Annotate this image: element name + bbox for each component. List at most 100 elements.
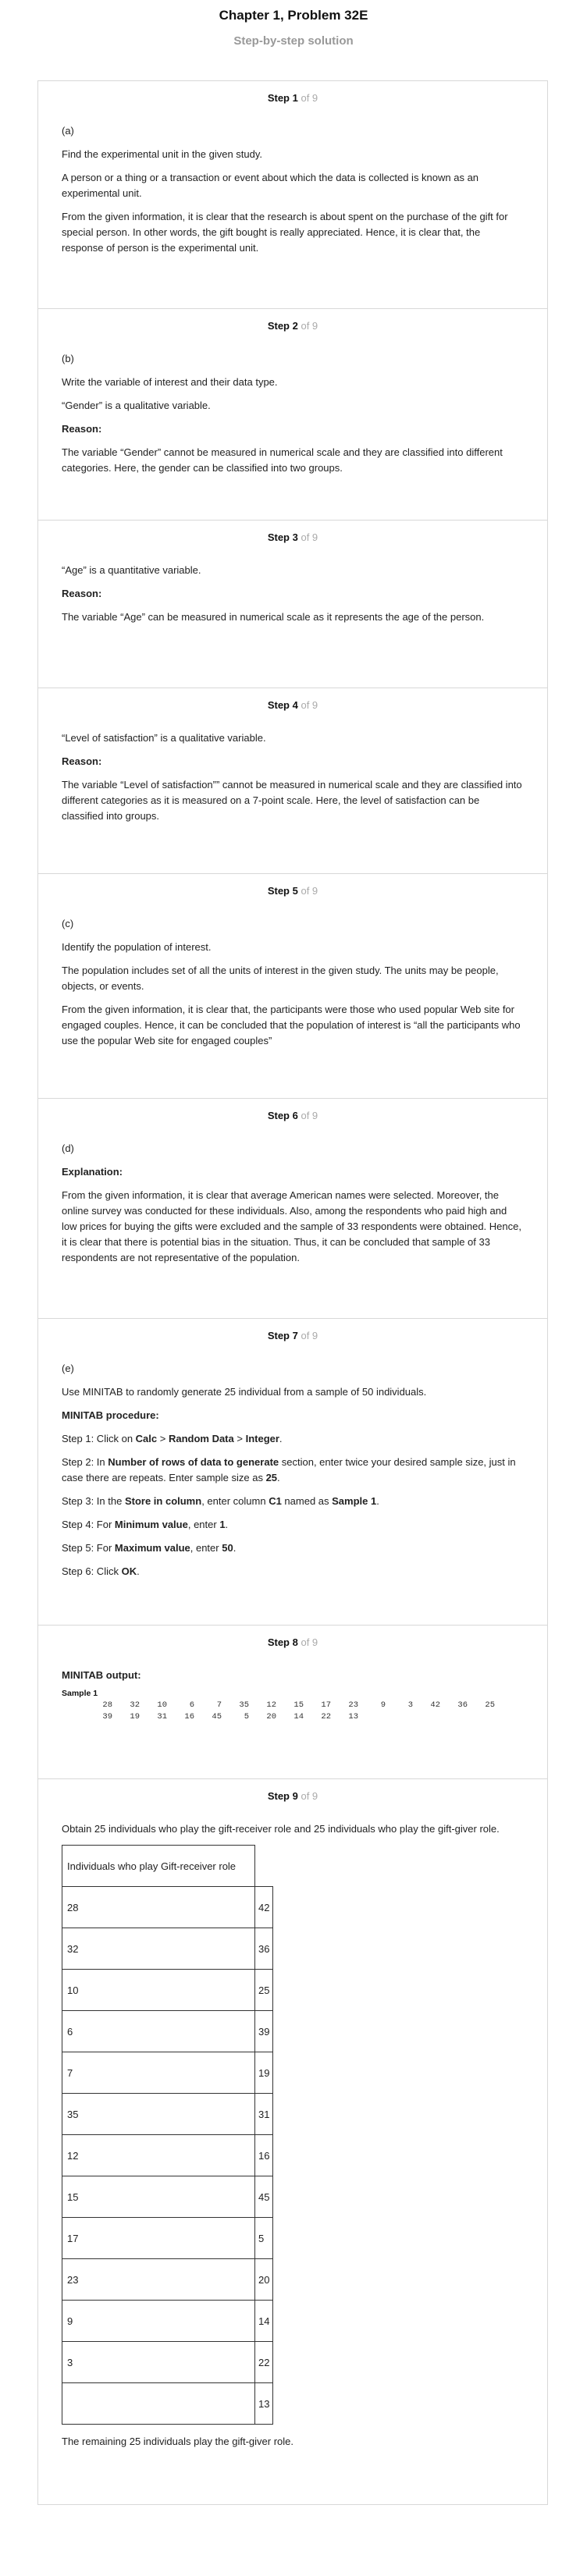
step-text: The variable “Gender” cannot be measured… (62, 446, 503, 474)
step-total: of 9 (301, 92, 318, 104)
table-row: 32 36 (62, 1928, 274, 1970)
step-4: Step 4 of 9 “Level of satisfaction” is a… (38, 688, 547, 874)
second-column-cell: 22 (254, 2341, 274, 2383)
step-total: of 9 (301, 699, 318, 711)
receiver-cell: 7 (62, 2052, 255, 2094)
sample-row-1: 28 32 10 6 7 35 12 15 17 23 9 3 42 36 25 (62, 1700, 524, 1711)
sample-row-2: 39 19 31 16 45 5 20 14 22 13 (62, 1711, 524, 1723)
procedure-step-2: Step 2: In Number of rows of data to gen… (62, 1456, 516, 1483)
sample-value: 3 (407, 1700, 413, 1710)
sample-value: 32 (130, 1700, 140, 1710)
step-text: Write the variable of interest and their… (62, 376, 278, 388)
receiver-cell: 23 (62, 2258, 255, 2301)
second-column-cell: 5 (254, 2217, 274, 2259)
second-column-cell: 16 (254, 2134, 274, 2176)
sample-value: 39 (102, 1712, 112, 1721)
step-text: “Level of satisfaction” is a qualitative… (62, 732, 266, 744)
table-header-cell: Individuals who play Gift-receiver role (62, 1845, 255, 1887)
table-row: 12 16 (62, 2134, 274, 2176)
step-text: From the given information, it is clear … (62, 1004, 521, 1046)
step-heading: Step 3 of 9 (62, 531, 524, 544)
procedure-step-5: Step 5: For Maximum value, enter 50. (62, 1542, 237, 1554)
second-column-cell: 31 (254, 2093, 274, 2135)
sample-value: 16 (184, 1712, 194, 1721)
table-row: 6 39 (62, 2010, 274, 2052)
step-number: Step 7 (267, 1330, 298, 1341)
step-5: Step 5 of 9 (c) Identify the population … (38, 874, 547, 1099)
step-text: The variable “Level of satisfaction”” ca… (62, 779, 522, 822)
step-total: of 9 (301, 531, 318, 543)
step-number: Step 4 (267, 699, 298, 711)
reason-label: Reason: (62, 423, 102, 435)
procedure-step-3: Step 3: In the Store in column, enter co… (62, 1495, 379, 1507)
second-column-cell: 25 (254, 1969, 274, 2011)
sample-value: 12 (266, 1700, 276, 1710)
step-number: Step 8 (267, 1636, 298, 1648)
receiver-cell: 35 (62, 2093, 255, 2135)
procedure-label: MINITAB procedure: (62, 1409, 159, 1421)
part-label: (b) (62, 353, 74, 364)
table-row: 13 (62, 2382, 274, 2425)
table-row: 28 42 (62, 1886, 274, 1928)
page-subtitle: Step-by-step solution (233, 34, 354, 48)
second-column-cell: 19 (254, 2052, 274, 2094)
step-total: of 9 (301, 1330, 318, 1341)
step-1: Step 1 of 9 (a) Find the experimental un… (38, 81, 547, 309)
step-total: of 9 (301, 1790, 318, 1802)
sample-value: 35 (239, 1700, 249, 1710)
sample-value: 6 (189, 1700, 194, 1710)
step-text: From the given information, it is clear … (62, 211, 508, 254)
step-text: “Gender” is a qualitative variable. (62, 400, 211, 411)
step-text: Obtain 25 individuals who play the gift-… (62, 1823, 500, 1835)
table-row: 17 5 (62, 2217, 274, 2259)
sample-value: 42 (430, 1700, 440, 1710)
sample-value: 20 (266, 1712, 276, 1721)
step-heading: Step 5 of 9 (62, 885, 524, 897)
sample-value: 7 (216, 1700, 222, 1710)
part-label: (a) (62, 125, 74, 137)
step-text: The population includes set of all the u… (62, 965, 499, 992)
step-heading: Step 1 of 9 (62, 92, 524, 105)
sample-label: Sample 1 (62, 1689, 98, 1698)
second-column-cell: 42 (254, 1886, 274, 1928)
step-text: “Age” is a quantitative variable. (62, 564, 201, 576)
step-7: Step 7 of 9 (e) Use MINITAB to randomly … (38, 1319, 547, 1626)
sample-value: 10 (157, 1700, 167, 1710)
procedure-step-4: Step 4: For Minimum value, enter 1. (62, 1519, 229, 1530)
reason-label: Reason: (62, 588, 102, 599)
second-column-cell: 39 (254, 2010, 274, 2052)
sample-value: 5 (244, 1712, 249, 1721)
table-header-row: Individuals who play Gift-receiver role (62, 1845, 273, 1887)
receiver-cell: 28 (62, 1886, 255, 1928)
receiver-cell: 6 (62, 2010, 255, 2052)
sample-value: 15 (294, 1700, 304, 1710)
step-8: Step 8 of 9 MINITAB output: Sample 1 28 3… (38, 1626, 547, 1779)
step-text: Use MINITAB to randomly generate 25 indi… (62, 1386, 427, 1398)
step-text: Identify the population of interest. (62, 941, 212, 953)
table-row: 35 31 (62, 2093, 274, 2135)
part-label: (c) (62, 918, 74, 929)
table-row: 10 25 (62, 1969, 274, 2011)
table-row: 23 20 (62, 2258, 274, 2301)
receiver-cell: 12 (62, 2134, 255, 2176)
step-number: Step 3 (267, 531, 298, 543)
receiver-cell: 17 (62, 2217, 255, 2259)
explanation-label: Explanation: (62, 1166, 123, 1178)
step-total: of 9 (301, 885, 318, 897)
step-number: Step 6 (267, 1110, 298, 1121)
step-number: Step 1 (267, 92, 298, 104)
step-heading: Step 8 of 9 (62, 1636, 524, 1649)
step-6: Step 6 of 9 (d) Explanation: From the gi… (38, 1099, 547, 1319)
step-number: Step 2 (267, 320, 298, 332)
sample-value: 22 (321, 1712, 331, 1721)
table-row: 9 14 (62, 2300, 274, 2342)
step-number: Step 9 (267, 1790, 298, 1802)
sample-value: 9 (380, 1700, 386, 1710)
second-column-cell: 13 (254, 2382, 274, 2425)
solution-container: Step 1 of 9 (a) Find the experimental un… (37, 80, 548, 2505)
step-heading: Step 2 of 9 (62, 320, 524, 332)
step-2: Step 2 of 9 (b) Write the variable of in… (38, 309, 547, 521)
output-label: MINITAB output: (62, 1669, 141, 1681)
receiver-cell: 3 (62, 2341, 255, 2383)
second-column-cell: 36 (254, 1928, 274, 1970)
